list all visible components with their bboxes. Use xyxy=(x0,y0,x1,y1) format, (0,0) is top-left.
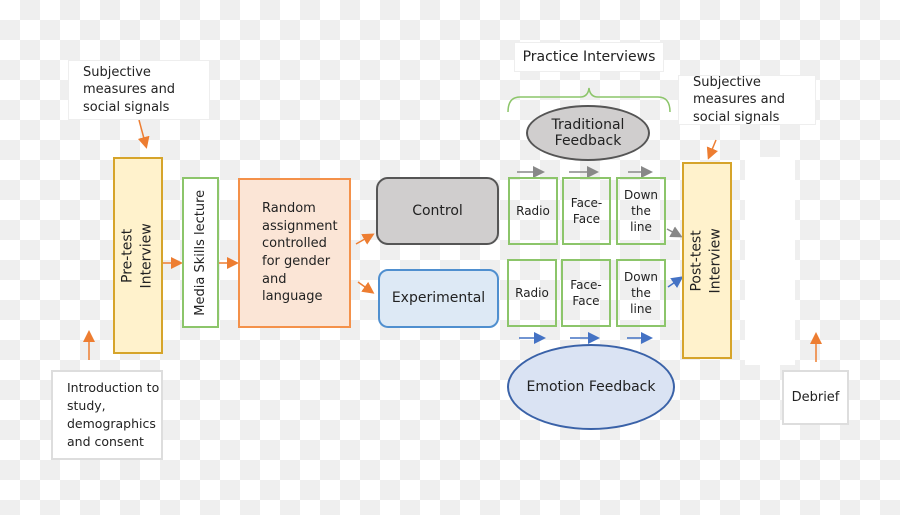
introduction-consent: Introduction to study, demographics and … xyxy=(51,370,163,460)
arrow xyxy=(667,276,684,289)
experimental-group: Experimental xyxy=(378,269,499,328)
arrow xyxy=(355,233,375,245)
study-flow-diagram: Subjective measures and social signals S… xyxy=(0,0,900,515)
arrow xyxy=(137,119,150,149)
traditional-feedback: Traditional Feedback xyxy=(526,105,650,161)
arrow xyxy=(357,281,375,294)
media-skills-lecture: Media Skills lecture xyxy=(182,177,219,328)
pre-callout: Subjective measures and social signals xyxy=(68,60,210,120)
exp-face-face: Face-Face xyxy=(561,259,611,327)
arrow xyxy=(666,226,683,238)
arrow xyxy=(706,139,718,160)
control-group: Control xyxy=(376,177,499,245)
control-radio: Radio xyxy=(508,177,558,245)
random-assignment: Random assignment controlled for gender … xyxy=(238,178,351,328)
emotion-feedback: Emotion Feedback xyxy=(507,344,675,430)
post-test-interview: Post-test Interview xyxy=(682,162,732,359)
exp-down-the-line: Down the line xyxy=(616,259,666,327)
exp-radio: Radio xyxy=(507,259,557,327)
control-face-face: Face-Face xyxy=(562,177,611,245)
practice-interviews-label: Practice Interviews xyxy=(514,42,664,72)
debrief: Debrief xyxy=(782,370,849,425)
post-callout: Subjective measures and social signals xyxy=(678,75,816,125)
control-down-the-line: Down the line xyxy=(616,177,666,245)
pre-test-interview: Pre-test Interview xyxy=(113,157,163,354)
